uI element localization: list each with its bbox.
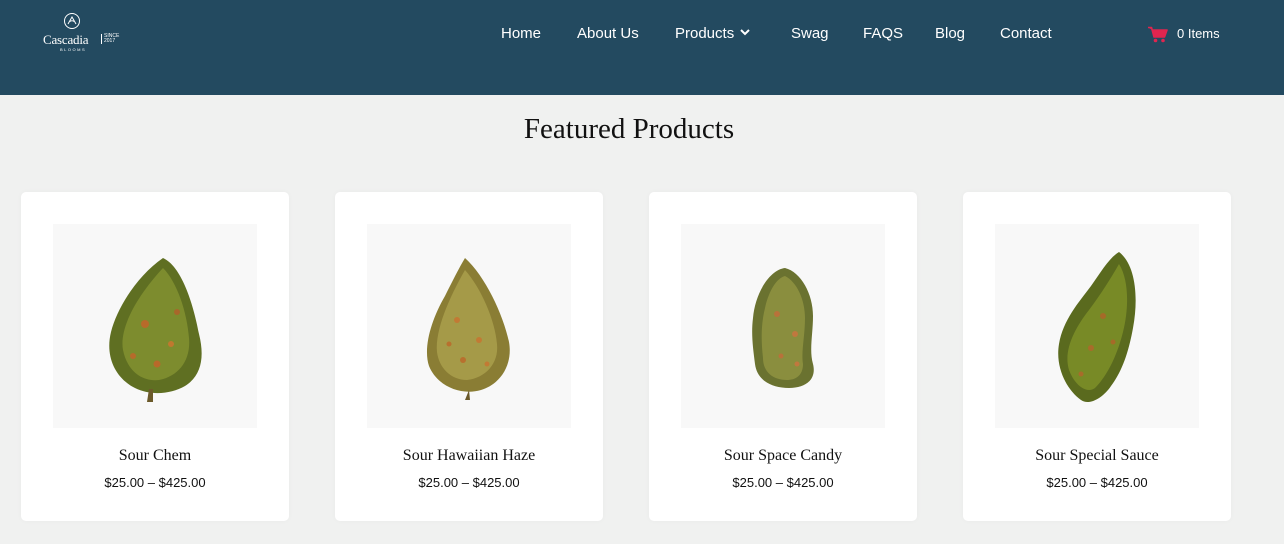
logo-subtitle: BLOOMS	[60, 47, 87, 52]
logo-mark-icon	[64, 13, 80, 29]
chevron-down-icon	[740, 29, 750, 36]
nav-blog[interactable]: Blog	[935, 24, 965, 44]
nav-faqs[interactable]: FAQS	[863, 24, 903, 44]
nav-products[interactable]: Products	[675, 24, 750, 44]
product-price: $25.00 – $425.00	[104, 475, 206, 490]
product-name[interactable]: Sour Space Candy	[649, 447, 917, 465]
product-image[interactable]	[367, 224, 571, 428]
site-logo[interactable]: Cascadia SINCE 2017 BLOOMS	[40, 12, 122, 58]
cannabis-bud-image	[109, 258, 202, 402]
nav-swag[interactable]: Swag	[791, 24, 829, 44]
product-card[interactable]: Sour Chem $25.00 – $425.00	[21, 192, 289, 521]
nav-about-us[interactable]: About Us	[577, 24, 639, 44]
product-price: $25.00 – $425.00	[1046, 475, 1148, 490]
product-price: $25.00 – $425.00	[732, 475, 834, 490]
product-name[interactable]: Sour Chem	[21, 447, 289, 465]
logo-wordmark: Cascadia	[43, 32, 89, 47]
product-image[interactable]	[53, 224, 257, 428]
cart-count: 0 Items	[1177, 26, 1220, 41]
product-image[interactable]	[995, 224, 1199, 428]
logo-since: SINCE 2017	[101, 34, 122, 44]
cannabis-bud-image	[426, 258, 510, 400]
product-name[interactable]: Sour Hawaiian Haze	[335, 447, 603, 465]
product-image[interactable]	[681, 224, 885, 428]
product-price: $25.00 – $425.00	[418, 475, 520, 490]
product-card[interactable]: Sour Space Candy $25.00 – $425.00	[649, 192, 917, 521]
site-header: Cascadia SINCE 2017 BLOOMS Home About Us…	[0, 0, 1284, 95]
nav-contact[interactable]: Contact	[1000, 24, 1052, 44]
cannabis-bud-image	[1058, 252, 1136, 403]
product-card[interactable]: Sour Hawaiian Haze $25.00 – $425.00	[335, 192, 603, 521]
section-title: Featured Products	[523, 113, 735, 145]
product-name[interactable]: Sour Special Sauce	[963, 447, 1231, 465]
product-card[interactable]: Sour Special Sauce $25.00 – $425.00	[963, 192, 1231, 521]
nav-products-label: Products	[675, 25, 735, 42]
cannabis-bud-image	[752, 268, 814, 388]
cart-icon	[1148, 26, 1168, 43]
nav-home[interactable]: Home	[501, 24, 541, 44]
